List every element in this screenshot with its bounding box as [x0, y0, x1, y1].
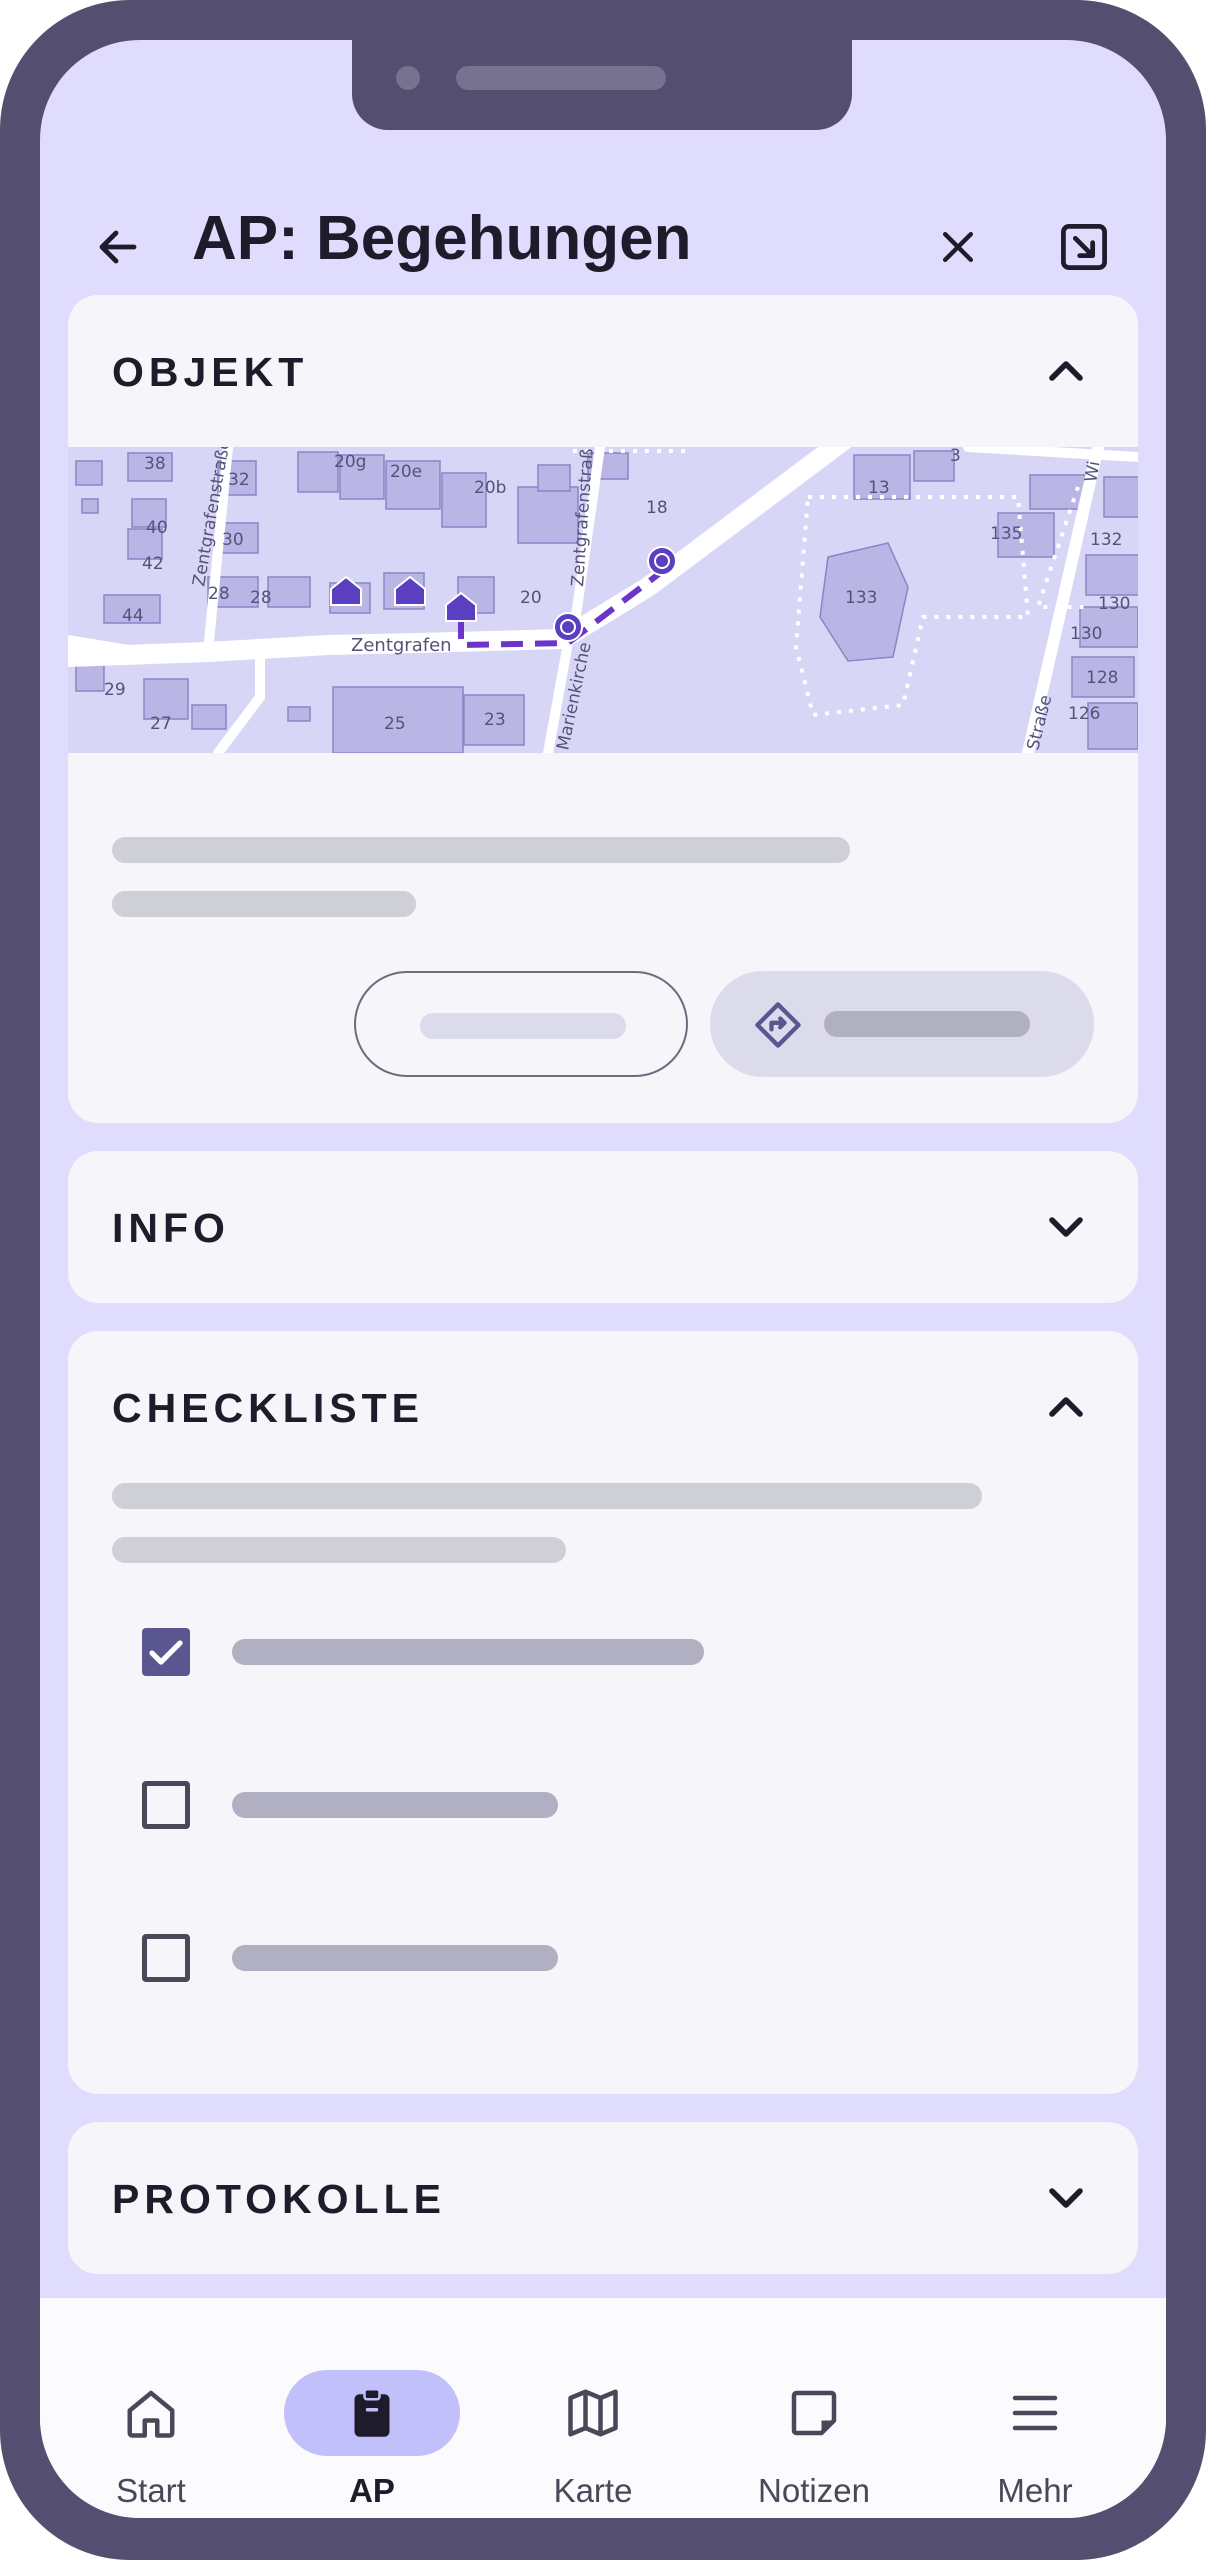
home-icon	[127, 2390, 175, 2438]
svg-text:Zentgrafen: Zentgrafen	[351, 635, 452, 656]
section-objekt-header[interactable]: OBJEKT	[68, 295, 1138, 447]
svg-text:27: 27	[150, 714, 172, 734]
checklist-item[interactable]	[112, 1903, 1092, 2013]
object-address-placeholder	[112, 891, 416, 917]
chevron-down-icon	[1049, 1217, 1083, 1237]
svg-text:130: 130	[1098, 594, 1130, 614]
svg-text:Wi: Wi	[1081, 460, 1104, 484]
svg-text:23: 23	[484, 710, 506, 730]
top-app-bar: AP: Begehungen	[40, 160, 1166, 290]
svg-text:13: 13	[868, 478, 890, 498]
nav-item-ap[interactable]: AP	[262, 2298, 482, 2518]
svg-text:20: 20	[520, 588, 542, 608]
svg-text:44: 44	[122, 606, 144, 626]
directions-icon	[755, 1002, 801, 1048]
nav-label-notizen: Notizen	[758, 2472, 870, 2509]
page-title: AP: Begehungen	[192, 204, 692, 273]
section-info-title: INFO	[112, 1205, 230, 1251]
clipboard-icon	[354, 2388, 390, 2437]
svg-text:128: 128	[1086, 668, 1118, 688]
checklist-description-placeholder	[112, 1537, 566, 1563]
checkbox-checked[interactable]	[142, 1628, 190, 1676]
section-objekt-title: OBJEKT	[112, 349, 309, 395]
nav-label-start: Start	[116, 2472, 186, 2509]
checkbox-unchecked[interactable]	[142, 1934, 190, 1982]
object-details-button-label-placeholder	[420, 1013, 626, 1039]
svg-text:135: 135	[990, 524, 1022, 544]
object-map[interactable]: Zentgrafen Zentgrafenstraße Zentgrafenst…	[68, 427, 1138, 759]
map-icon	[568, 2389, 618, 2437]
nav-item-start[interactable]: Start	[41, 2298, 261, 2518]
sticky-note-icon	[791, 2390, 837, 2436]
svg-text:18: 18	[646, 498, 668, 518]
back-button[interactable]	[76, 205, 160, 289]
section-info-header[interactable]: INFO	[68, 1151, 1138, 1303]
section-checkliste-header[interactable]: CHECKLISTE	[68, 1331, 1138, 1483]
section-info: INFO	[68, 1151, 1138, 1303]
nav-item-mehr[interactable]: Mehr	[925, 2298, 1145, 2518]
svg-text:130: 130	[1070, 624, 1102, 644]
svg-text:28: 28	[250, 588, 272, 608]
device-frame: AP: Begehungen OBJEKT Zentgrafen Zentgra…	[0, 0, 1206, 2560]
svg-text:126: 126	[1068, 704, 1100, 724]
checklist-description-placeholder	[112, 1483, 982, 1509]
minimize-button[interactable]	[1042, 205, 1126, 289]
section-checkliste-title: CHECKLISTE	[112, 1385, 424, 1431]
svg-text:20b: 20b	[474, 478, 506, 498]
navigate-button[interactable]	[710, 971, 1094, 1077]
svg-text:3: 3	[950, 447, 961, 466]
checkbox-unchecked[interactable]	[142, 1781, 190, 1829]
svg-text:29: 29	[104, 680, 126, 700]
arrow-down-right-box-icon	[1061, 224, 1107, 270]
nav-label-ap: AP	[349, 2472, 395, 2509]
chevron-down-icon	[1049, 2188, 1083, 2208]
checklist-item[interactable]	[112, 1750, 1092, 1860]
app-screen: AP: Begehungen OBJEKT Zentgrafen Zentgra…	[40, 40, 1166, 2518]
bottom-navigation: Start AP Karte Notizen Mehr	[40, 2298, 1166, 2518]
object-details-button[interactable]	[354, 971, 688, 1077]
object-title-placeholder	[112, 837, 850, 863]
section-protokolle-title: PROTOKOLLE	[112, 2176, 446, 2222]
menu-icon	[1012, 2395, 1058, 2431]
checklist-item-label-placeholder	[232, 1639, 704, 1665]
section-objekt: OBJEKT Zentgrafen Zentgrafenstraße Zentg…	[68, 295, 1138, 1123]
chevron-up-icon	[1049, 1397, 1083, 1417]
nav-item-karte[interactable]: Karte	[483, 2298, 703, 2518]
checklist-item[interactable]	[112, 1597, 1092, 1707]
svg-text:40: 40	[146, 518, 168, 538]
svg-text:133: 133	[845, 588, 877, 608]
svg-text:132: 132	[1090, 530, 1122, 550]
camera-notch	[352, 40, 852, 130]
navigate-button-label-placeholder	[824, 1011, 1030, 1037]
map-canvas: Zentgrafen Zentgrafenstraße Zentgrafenst…	[68, 427, 1138, 759]
svg-text:28: 28	[208, 584, 230, 604]
checklist-item-label-placeholder	[232, 1792, 558, 1818]
svg-text:20g: 20g	[334, 452, 366, 472]
nav-item-notizen[interactable]: Notizen	[704, 2298, 924, 2518]
check-icon	[149, 1640, 183, 1665]
nav-label-mehr: Mehr	[997, 2472, 1073, 2509]
svg-text:20e: 20e	[390, 462, 422, 482]
checklist-item-label-placeholder	[232, 1945, 558, 1971]
nav-label-karte: Karte	[553, 2472, 633, 2509]
speaker-grille	[456, 66, 666, 90]
chevron-up-icon	[1049, 361, 1083, 381]
svg-text:38: 38	[144, 454, 166, 474]
close-icon	[942, 231, 974, 263]
svg-text:32: 32	[228, 470, 250, 490]
svg-text:42: 42	[142, 554, 164, 574]
section-checkliste: CHECKLISTE	[68, 1331, 1138, 2094]
camera-dot	[396, 66, 420, 90]
svg-text:25: 25	[384, 714, 406, 734]
arrow-left-icon	[99, 230, 137, 264]
section-protokolle: PROTOKOLLE	[68, 2122, 1138, 2274]
svg-text:30: 30	[222, 530, 244, 550]
close-button[interactable]	[916, 205, 1000, 289]
section-protokolle-header[interactable]: PROTOKOLLE	[68, 2122, 1138, 2274]
